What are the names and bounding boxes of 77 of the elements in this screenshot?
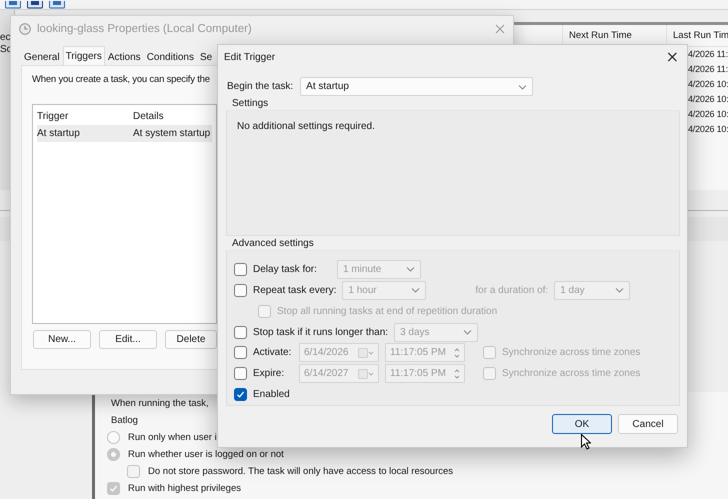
calendar-icon — [358, 368, 374, 380]
option-label: Run with highest privileges — [128, 483, 242, 494]
chevron-icon — [463, 329, 472, 335]
tab[interactable]: Triggers — [62, 46, 105, 65]
option-label: Synchronize across time zones — [502, 347, 640, 358]
checkbox[interactable] — [234, 367, 247, 380]
table-cell: 4/2026 10: — [688, 79, 728, 89]
button[interactable]: Cancel — [618, 414, 678, 434]
option-label: Delay task for: — [253, 264, 318, 275]
chevron-icon — [615, 287, 624, 294]
checkmark-icon — [236, 390, 245, 400]
clock-icon — [19, 22, 31, 34]
table-cell: 4/2026 10: — [688, 109, 728, 119]
toolbar-button[interactable] — [27, 1, 43, 9]
column-header[interactable]: Details — [133, 111, 164, 122]
table-cell: 4/2026 11: — [688, 64, 728, 74]
tab[interactable]: General — [21, 49, 63, 65]
toolbar-button[interactable] — [49, 1, 65, 9]
option-label: Do not store password. The task will only have access to local resources — [148, 466, 454, 477]
button[interactable]: Edit... — [99, 330, 157, 349]
checkbox[interactable] — [107, 482, 120, 495]
chevron-icon — [411, 287, 420, 294]
toolbar-button[interactable] — [5, 1, 21, 9]
checkbox[interactable] — [234, 388, 247, 402]
button[interactable]: OK — [552, 414, 612, 434]
group-title: Advanced settings — [232, 238, 315, 250]
spin-arrows-icon — [454, 346, 460, 359]
account-name: Batlog — [111, 415, 138, 426]
pane-text: ec — [0, 32, 12, 43]
option-label: Stop all running tasks at end of repetition duration — [277, 306, 498, 317]
checkbox[interactable] — [127, 465, 140, 478]
checkbox[interactable] — [258, 304, 271, 318]
close-icon[interactable] — [495, 24, 505, 34]
description: When you create a task, you can specify the — [32, 74, 210, 85]
cursor-icon — [581, 434, 591, 450]
option-label: Synchronize across time zones — [502, 368, 640, 380]
group-title: Settings — [232, 98, 270, 110]
button[interactable]: Delete — [165, 330, 217, 349]
option-label: Repeat task every: — [253, 284, 336, 296]
dialog-title: Edit Trigger — [224, 52, 276, 62]
checkbox[interactable] — [234, 326, 247, 338]
checkbox[interactable] — [483, 346, 496, 360]
option-label: Stop task if it runs longer than: — [253, 326, 388, 338]
column-header[interactable]: Trigger — [37, 111, 133, 122]
option-label: Run only when user i — [128, 432, 217, 443]
table-cell: 4/2026 10: — [688, 124, 728, 134]
close-button[interactable]: × — [664, 49, 681, 65]
checkbox[interactable] — [234, 262, 247, 276]
option-label: Run whether user is logged on or not — [128, 449, 284, 460]
task-dropdown[interactable]: At startup — [300, 77, 534, 96]
checkbox[interactable] — [234, 284, 247, 297]
table-cell: 4/2026 10: — [688, 94, 728, 104]
tab[interactable]: Conditions — [144, 49, 197, 65]
label: When running the task, — [111, 398, 209, 409]
table-cell: 4/2026 11: — [688, 49, 728, 59]
table-cell-text: At startup — [37, 128, 81, 139]
tab[interactable]: Actions — [104, 49, 144, 65]
settings-text: No additional settings required. — [237, 121, 375, 132]
spin-arrows-icon — [454, 368, 460, 380]
option-label: Activate: — [253, 347, 292, 358]
option-label: Expire: — [253, 368, 286, 380]
checkmark-icon — [109, 484, 118, 493]
chevron-icon — [406, 266, 415, 272]
list-row[interactable]: At startup At system startup — [37, 125, 212, 142]
tab[interactable]: Se — [196, 49, 216, 65]
window-title: looking-glass Properties (Local Computer) — [37, 22, 253, 34]
table-cell: At system startup — [133, 128, 210, 139]
option-label: for a duration of: — [475, 284, 548, 296]
checkbox[interactable] — [483, 367, 496, 380]
button[interactable]: New... — [33, 330, 91, 349]
calendar-icon — [358, 346, 374, 359]
radio-button[interactable] — [107, 448, 120, 461]
label: Begin the task: — [227, 81, 294, 92]
chevron-icon — [518, 84, 528, 90]
checkbox[interactable] — [234, 346, 247, 360]
radio-button[interactable] — [107, 431, 120, 444]
option-label: Enabled — [253, 389, 290, 400]
